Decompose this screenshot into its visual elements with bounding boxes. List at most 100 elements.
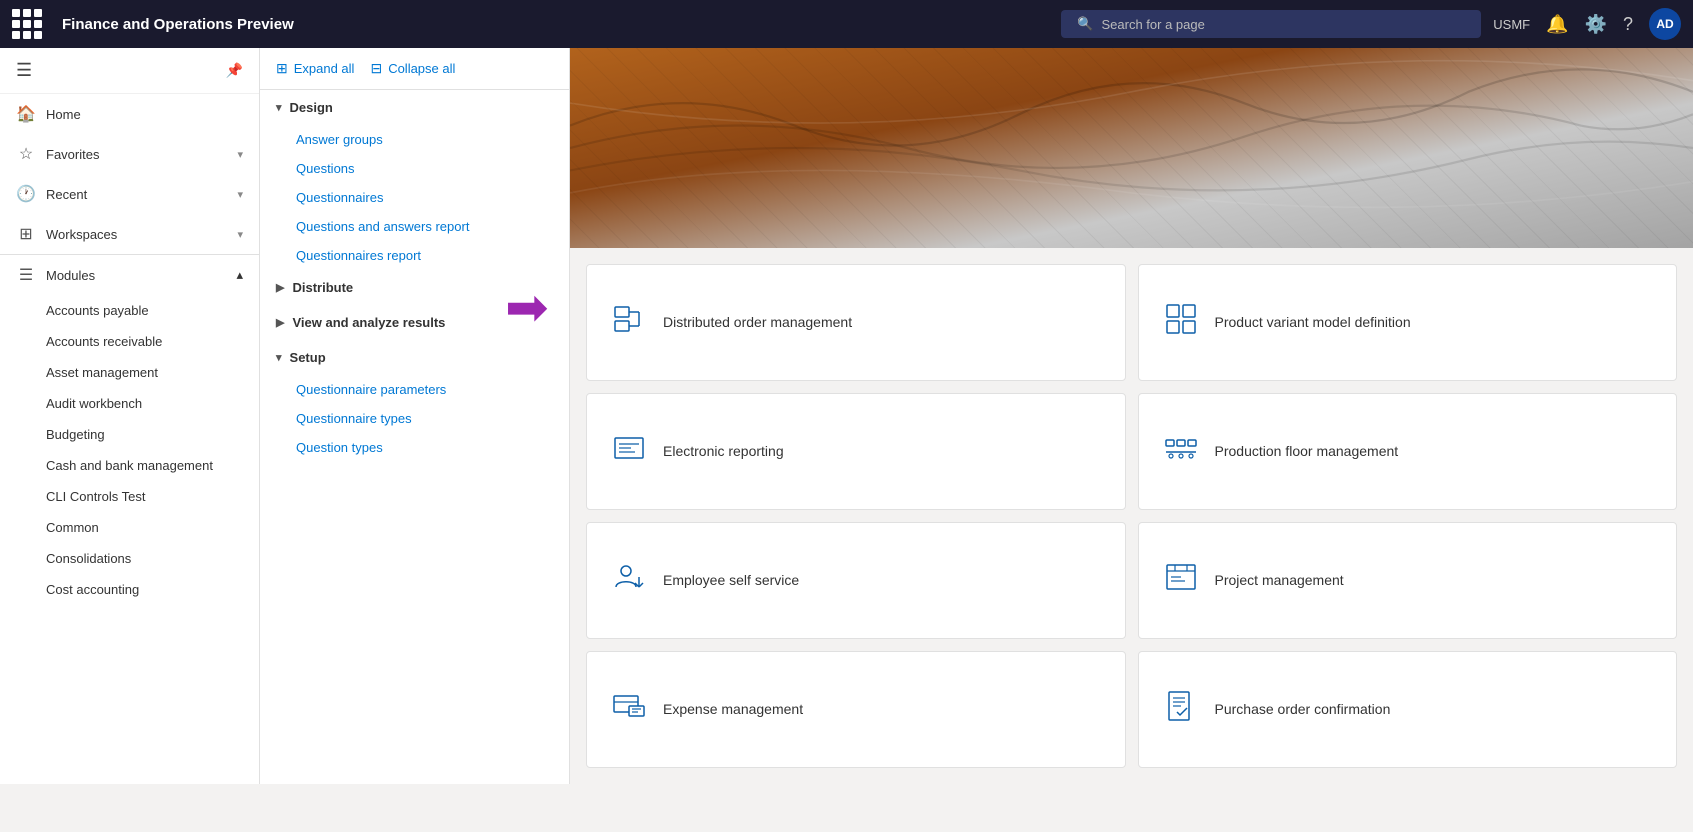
hamburger-icon[interactable]: ☰ <box>16 60 32 81</box>
sidebar-item-workspaces[interactable]: ⊞ Workspaces ▾ <box>0 214 259 254</box>
app-grid-icon[interactable] <box>12 9 42 39</box>
tree-group-design-label: Design <box>290 100 333 115</box>
sidebar-link-budgeting[interactable]: Budgeting <box>0 419 259 450</box>
tree-section: ▾ Design Answer groups Questions Questio… <box>260 90 569 784</box>
modules-icon: ☰ <box>16 265 36 285</box>
chevron-down-icon: ▾ <box>276 351 282 364</box>
sidebar-link-accounts-receivable[interactable]: Accounts receivable <box>0 326 259 357</box>
expand-all-icon: ⊞ <box>276 60 288 77</box>
module-card-label: Project management <box>1215 571 1344 591</box>
module-card-distributed-order[interactable]: Distributed order management <box>586 264 1126 381</box>
home-icon: 🏠 <box>16 104 36 124</box>
settings-icon[interactable]: ⚙️ <box>1585 14 1607 35</box>
tree-group-design[interactable]: ▾ Design <box>260 90 569 125</box>
collapse-all-icon: ⊟ <box>370 60 382 77</box>
tree-group-distribute[interactable]: ▶ Distribute <box>260 270 569 305</box>
sidebar-item-favorites[interactable]: ☆ Favorites ▾ <box>0 134 259 174</box>
workspaces-icon: ⊞ <box>16 224 36 244</box>
tree-group-view-label: View and analyze results <box>292 315 445 330</box>
project-management-icon <box>1163 559 1199 602</box>
module-card-label: Purchase order confirmation <box>1215 700 1391 720</box>
module-card-employee-self-service[interactable]: Employee self service <box>586 522 1126 639</box>
module-card-label: Distributed order management <box>663 313 852 333</box>
tree-link-questionnaires-report[interactable]: Questionnaires report <box>260 241 569 270</box>
tree-link-question-types[interactable]: Question types <box>260 433 569 462</box>
module-card-label: Employee self service <box>663 571 799 591</box>
sidebar-link-asset-management[interactable]: Asset management <box>0 357 259 388</box>
sidebar-link-consolidations[interactable]: Consolidations <box>0 543 259 574</box>
chevron-down-icon: ▾ <box>237 148 243 161</box>
sidebar-link-cost-accounting[interactable]: Cost accounting <box>0 574 259 605</box>
chevron-up-icon: ▴ <box>236 267 243 283</box>
tree-link-questionnaire-types[interactable]: Questionnaire types <box>260 404 569 433</box>
sidebar-home-label: Home <box>46 107 243 122</box>
module-card-label: Product variant model definition <box>1215 313 1411 333</box>
sidebar-link-common[interactable]: Common <box>0 512 259 543</box>
module-card-label: Production floor management <box>1215 442 1399 462</box>
tree-link-answer-groups[interactable]: Answer groups <box>260 125 569 154</box>
chevron-down-icon: ▾ <box>237 228 243 241</box>
recent-icon: 🕐 <box>16 184 36 204</box>
sidebar-link-cash-bank[interactable]: Cash and bank management <box>0 450 259 481</box>
global-search[interactable]: 🔍 Search for a page <box>1061 10 1481 38</box>
sidebar-item-home[interactable]: 🏠 Home <box>0 94 259 134</box>
chevron-down-icon: ▾ <box>276 101 282 114</box>
pin-icon[interactable]: 📌 <box>226 62 243 79</box>
electronic-reporting-icon <box>611 430 647 473</box>
purchase-order-icon <box>1163 688 1199 731</box>
module-card-production-floor[interactable]: Production floor management <box>1138 393 1678 510</box>
hero-banner <box>570 48 1693 248</box>
sidebar-modules-label: Modules <box>46 268 226 283</box>
app-title: Finance and Operations Preview <box>62 16 1049 33</box>
module-card-electronic-reporting[interactable]: Electronic reporting <box>586 393 1126 510</box>
tree-group-view-analyze[interactable]: ▶ View and analyze results <box>260 305 569 340</box>
product-variant-icon <box>1163 301 1199 344</box>
sidebar-workspaces-label: Workspaces <box>46 227 227 242</box>
sidebar-top-bar: ☰ 📌 <box>0 48 259 94</box>
module-card-product-variant[interactable]: Product variant model definition <box>1138 264 1678 381</box>
search-icon: 🔍 <box>1077 16 1093 32</box>
sidebar-link-accounts-payable[interactable]: Accounts payable <box>0 295 259 326</box>
tree-link-questionnaire-params[interactable]: Questionnaire parameters <box>260 375 569 404</box>
collapse-all-label: Collapse all <box>388 61 455 76</box>
panel-toolbar: ⊞ Expand all ⊟ Collapse all <box>260 48 569 90</box>
sidebar-link-cli-controls[interactable]: CLI Controls Test <box>0 481 259 512</box>
company-label: USMF <box>1493 17 1530 32</box>
collapse-all-button[interactable]: ⊟ Collapse all <box>370 60 455 77</box>
expense-management-icon <box>611 688 647 731</box>
modules-grid: Distributed order management Product var… <box>570 248 1693 784</box>
tree-group-distribute-label: Distribute <box>292 280 353 295</box>
sidebar-item-modules[interactable]: ☰ Modules ▴ <box>0 255 259 295</box>
tree-group-setup-label: Setup <box>290 350 326 365</box>
favorites-icon: ☆ <box>16 144 36 164</box>
sidebar-recent-label: Recent <box>46 187 227 202</box>
distributed-order-icon <box>611 301 647 344</box>
module-card-expense-management[interactable]: Expense management <box>586 651 1126 768</box>
module-card-purchase-order[interactable]: Purchase order confirmation <box>1138 651 1678 768</box>
user-avatar[interactable]: AD <box>1649 8 1681 40</box>
left-sidebar: ☰ 📌 🏠 Home ☆ Favorites ▾ 🕐 Recent ▾ ⊞ Wo… <box>0 48 260 784</box>
middle-panel: ⊞ Expand all ⊟ Collapse all ▾ Design Ans… <box>260 48 570 784</box>
expand-all-label: Expand all <box>294 61 355 76</box>
notifications-icon[interactable]: 🔔 <box>1546 14 1568 35</box>
modules-section: ☰ Modules ▴ Accounts payable Accounts re… <box>0 254 259 605</box>
expand-all-button[interactable]: ⊞ Expand all <box>276 60 354 77</box>
tree-group-setup[interactable]: ▾ Setup <box>260 340 569 375</box>
tree-link-questions-answers-report[interactable]: Questions and answers report <box>260 212 569 241</box>
sidebar-link-audit-workbench[interactable]: Audit workbench <box>0 388 259 419</box>
employee-self-service-icon <box>611 559 647 602</box>
main-layout: ☰ 📌 🏠 Home ☆ Favorites ▾ 🕐 Recent ▾ ⊞ Wo… <box>0 48 1693 784</box>
chevron-right-icon: ▶ <box>276 316 284 329</box>
module-card-label: Electronic reporting <box>663 442 784 462</box>
chevron-right-icon: ▶ <box>276 281 284 294</box>
sidebar-item-recent[interactable]: 🕐 Recent ▾ <box>0 174 259 214</box>
production-floor-icon <box>1163 430 1199 473</box>
tree-link-questions[interactable]: Questions <box>260 154 569 183</box>
module-card-project-management[interactable]: Project management <box>1138 522 1678 639</box>
right-content: Distributed order management Product var… <box>570 48 1693 784</box>
chevron-down-icon: ▾ <box>237 188 243 201</box>
help-icon[interactable]: ? <box>1623 14 1633 35</box>
module-card-label: Expense management <box>663 700 803 720</box>
sidebar-nav: 🏠 Home ☆ Favorites ▾ 🕐 Recent ▾ ⊞ Worksp… <box>0 94 259 784</box>
tree-link-questionnaires[interactable]: Questionnaires <box>260 183 569 212</box>
